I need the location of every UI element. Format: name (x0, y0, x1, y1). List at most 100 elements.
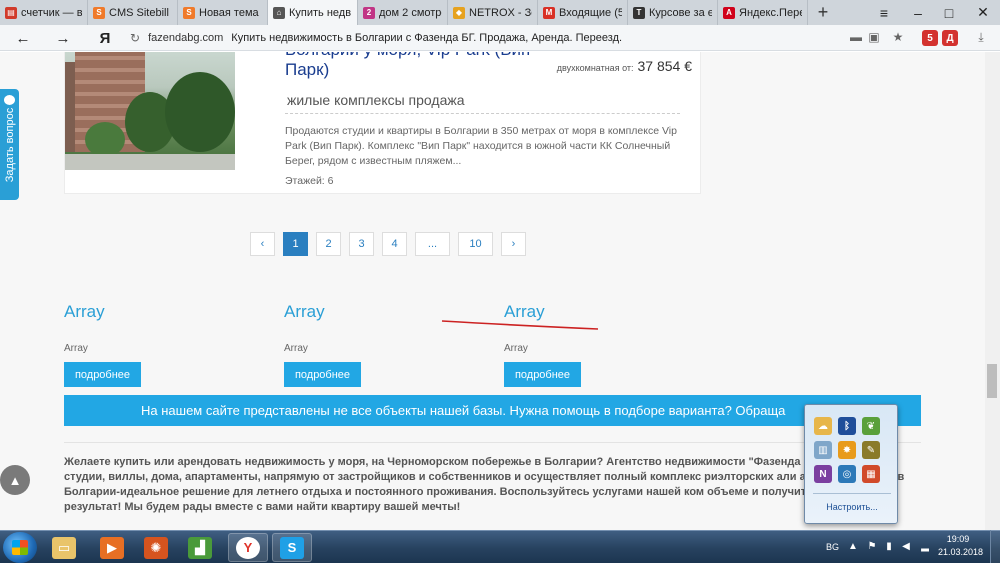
extension-mail-icon[interactable]: 5 (922, 30, 938, 46)
listing-divider (285, 113, 680, 114)
tab-label: CMS Sitebill (109, 6, 169, 19)
tab-label: Яндекс.Перевс (739, 6, 802, 19)
listing-price: двухкомнатная от: 37 854 € (557, 58, 692, 74)
yandex-home-button[interactable]: Я (90, 25, 120, 51)
network-icon[interactable]: ◎ (838, 465, 856, 483)
evernote-icon[interactable]: ❦ (862, 417, 880, 435)
new-tab-button[interactable]: + (808, 0, 838, 25)
browser-tab[interactable]: S CMS Sitebill (88, 0, 178, 25)
antivirus-icon[interactable]: ✎ (862, 441, 880, 459)
yandex-browser-icon: Y (236, 536, 260, 559)
explorer-icon: ▭ (52, 536, 76, 559)
extension-d-icon[interactable]: Д (942, 30, 958, 46)
taskbar-app[interactable]: Y (228, 533, 268, 562)
column-title[interactable]: Array (64, 302, 264, 322)
scrollbar-thumb[interactable] (987, 364, 997, 398)
browser-tab[interactable]: M Входящие (5) (538, 0, 628, 25)
column-2: Array Array подробнее (284, 302, 484, 387)
next-page-button[interactable]: › (501, 232, 526, 256)
clock[interactable]: 19:09 21.03.2018 (938, 533, 984, 559)
column-text: Array (284, 343, 308, 354)
listing-photo[interactable] (65, 52, 235, 170)
browser-menu-button[interactable]: ≡ (867, 0, 901, 25)
power-icon[interactable]: ▮ (883, 540, 895, 552)
usb-icon[interactable]: ▥ (814, 441, 832, 459)
browser-tab[interactable]: A Яндекс.Перевс (718, 0, 808, 25)
page-scrollbar[interactable] (985, 52, 1000, 530)
protect-icon[interactable]: ▣ (866, 29, 882, 45)
tab-label: NETROX - Зона (469, 6, 532, 19)
taskbar-app[interactable]: ✺ (136, 533, 176, 562)
document-icon: ▤ (5, 6, 17, 19)
tab-label: Курсове за екс (649, 6, 712, 19)
page-button[interactable]: 1 (283, 232, 308, 256)
navigation-bar: ← → Я ↻ fazendabg.com Купить недвижимост… (0, 25, 1000, 51)
price-label: двухкомнатная от: (556, 63, 634, 73)
column-text: Array (64, 343, 88, 354)
browser-tab[interactable]: S Новая тема - с (178, 0, 268, 25)
browser-tab[interactable]: T Курсове за екс (628, 0, 718, 25)
cloud-icon[interactable]: ☁ (814, 417, 832, 435)
details-button[interactable]: подробнее (64, 362, 141, 387)
listing-type: жилые комплексы продажа (287, 92, 465, 108)
bluetooth-icon[interactable]: ᛒ (838, 417, 856, 435)
page-button[interactable]: ... (415, 232, 450, 256)
page-title: Купить недвижимость в Болгарии с Фазенда… (231, 32, 623, 44)
reader-icon[interactable]: ▬ (848, 29, 864, 45)
volume-icon[interactable]: ◀ (900, 540, 912, 552)
clock-date: 21.03.2018 (938, 547, 984, 557)
browser-tab[interactable]: 2 дом 2 смотре (358, 0, 448, 25)
media-player-icon: ▶ (100, 536, 124, 559)
listing-card[interactable]: Болгарии у моря, Vip Park (Вип Парк) жил… (64, 52, 701, 194)
price-value: 37 854 € (637, 58, 693, 74)
scroll-to-top-button[interactable]: ▲ (0, 465, 30, 495)
shield-icon[interactable]: ✸ (838, 441, 856, 459)
show-hidden-icons-button[interactable]: ▲ (847, 540, 859, 552)
taskbar-app[interactable]: ▶ (92, 533, 132, 562)
details-button[interactable]: подробнее (504, 362, 581, 387)
about-text: Желаете купить или арендовать недвижимос… (64, 456, 905, 513)
browser-tab[interactable]: ⌂ Купить недв (268, 0, 358, 25)
t-icon: T (633, 6, 645, 19)
page-button[interactable]: 3 (349, 232, 374, 256)
browser-tab[interactable]: ◆ NETROX - Зона (448, 0, 538, 25)
language-indicator[interactable]: BG (826, 530, 839, 563)
netrox-icon: ◆ (453, 6, 465, 19)
annotation-underline (441, 320, 599, 330)
network-icon[interactable]: ▂ (919, 540, 931, 552)
start-button[interactable] (3, 532, 37, 563)
chat-bubble-icon (4, 95, 15, 105)
flag-icon[interactable]: ⚑ (866, 540, 878, 552)
listing-title[interactable]: Болгарии у моря, Vip Park (Вип Парк) (285, 52, 575, 80)
browser-tab[interactable]: ▤ счетчик — веб (0, 0, 88, 25)
ask-question-tab[interactable]: Задать вопрос (0, 89, 19, 200)
back-button[interactable]: ← (8, 25, 38, 51)
taskbar-app[interactable]: ▭ (44, 533, 84, 562)
show-desktop-button[interactable] (990, 530, 1000, 563)
windows-icon[interactable]: ▦ (862, 465, 880, 483)
download-icon[interactable]: ⤓ (973, 29, 989, 45)
minimize-button[interactable]: – (901, 0, 935, 25)
page-button[interactable]: 10 (458, 232, 493, 256)
customize-link[interactable]: Настроить... (805, 502, 899, 512)
film-icon: ✺ (144, 536, 168, 559)
help-banner[interactable]: На нашем сайте представлены не все объек… (64, 395, 921, 426)
taskbar-app[interactable]: S (272, 533, 312, 562)
ask-question-label: Задать вопрос (3, 107, 16, 182)
maximize-button[interactable]: □ (932, 0, 966, 25)
listing-description: Продаются студии и квартиры в Болгарии в… (285, 125, 677, 167)
skype-icon: S (280, 536, 304, 559)
address-bar[interactable]: ↻ fazendabg.com Купить недвижимость в Бо… (130, 28, 910, 48)
page-button[interactable]: 4 (382, 232, 407, 256)
close-window-button[interactable]: ✕ (966, 0, 1000, 25)
taskbar-app[interactable]: ▟ (180, 533, 220, 562)
tab-label: счетчик — веб (21, 6, 82, 19)
reload-icon[interactable]: ↻ (130, 31, 140, 45)
page-button[interactable]: 2 (316, 232, 341, 256)
pagination: ‹ 1 2 3 4... 10 › (250, 232, 526, 256)
bookmark-star-icon[interactable]: ★ (890, 29, 906, 45)
forward-button[interactable]: → (48, 25, 78, 51)
details-button[interactable]: подробнее (284, 362, 361, 387)
onenote-icon[interactable]: N (814, 465, 832, 483)
prev-page-button[interactable]: ‹ (250, 232, 275, 256)
